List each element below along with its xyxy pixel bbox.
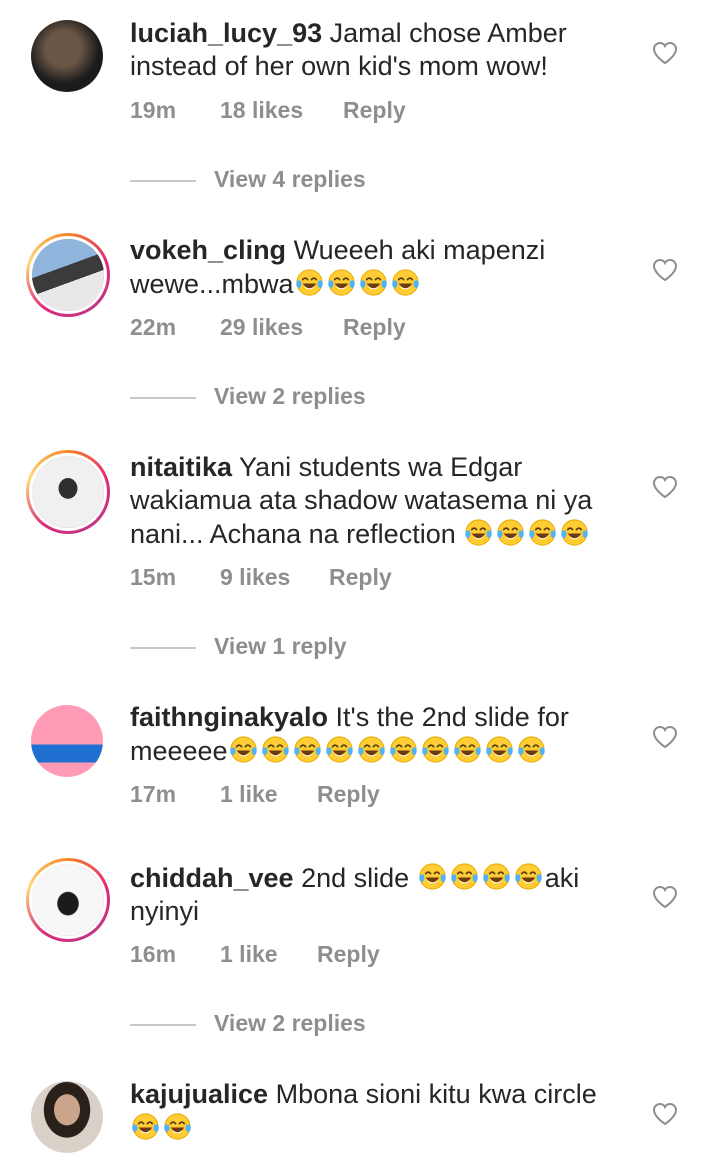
tears-of-joy-icon [527,517,558,548]
reply-button[interactable]: Reply [343,97,406,124]
tears-of-joy-icon [260,734,291,765]
comment-time: 17m [130,781,177,807]
comment-likes[interactable]: 1 like [220,941,278,968]
avatar[interactable] [26,858,110,942]
tears-of-joy-icon [449,861,480,892]
comment-text: luciah_lucy_93 Jamal chose Amber instead… [130,17,630,83]
emoji-group [463,519,591,549]
tears-of-joy-icon [516,734,547,765]
tears-of-joy-icon [420,734,451,765]
heart-icon[interactable] [652,41,678,65]
tears-of-joy-icon [292,734,323,765]
comment-username[interactable]: vokeh_cling [130,235,286,265]
comment-username[interactable]: luciah_lucy_93 [130,18,322,48]
view-replies-label[interactable]: View 2 replies [214,383,366,410]
tears-of-joy-icon [326,267,357,298]
comment-likes[interactable]: 29 likes [220,314,303,341]
avatar[interactable] [26,233,110,317]
reply-button[interactable]: Reply [343,314,406,341]
tears-of-joy-icon [162,1111,193,1142]
tears-of-joy-icon [324,734,355,765]
tears-of-joy-icon [294,267,325,298]
view-replies-label[interactable]: View 2 replies [214,1010,366,1037]
emoji-group [417,863,545,893]
tears-of-joy-icon [463,517,494,548]
comment-time: 22m [130,314,177,340]
tears-of-joy-icon [390,267,421,298]
tears-of-joy-icon [484,734,515,765]
tears-of-joy-icon [452,734,483,765]
comment-username[interactable]: chiddah_vee [130,863,294,893]
heart-icon[interactable] [652,885,678,909]
tears-of-joy-icon [358,267,389,298]
comment-text: kajujualice Mbona sioni kitu kwa circle [130,1078,630,1145]
emoji-group [130,1113,194,1143]
tears-of-joy-icon [130,1111,161,1142]
comment-time: 16m [130,941,177,967]
avatar[interactable] [26,20,110,104]
comment-text: chiddah_vee 2nd slide aki nyinyi [130,861,630,928]
comment-body: 2nd slide [301,863,417,893]
tears-of-joy-icon [513,861,544,892]
comment-username[interactable]: kajujualice [130,1079,268,1109]
replies-divider [130,180,196,182]
tears-of-joy-icon [228,734,259,765]
comment-text: vokeh_cling Wueeeh aki mapenzi wewe...mb… [130,234,630,301]
comment-body: Mbona sioni kitu kwa circle [275,1079,597,1109]
reply-button[interactable]: Reply [317,781,380,808]
comment-username[interactable]: faithnginakyalo [130,702,328,732]
comment-time: 15m [130,564,177,590]
reply-button[interactable]: Reply [329,564,392,591]
emoji-group [294,269,422,299]
avatar[interactable] [26,1081,110,1165]
tears-of-joy-icon [495,517,526,548]
tears-of-joy-icon [356,734,387,765]
replies-divider [130,1024,196,1026]
avatar[interactable] [26,705,110,789]
view-replies-label[interactable]: View 4 replies [214,166,366,193]
view-replies-label[interactable]: View 1 reply [214,633,347,660]
comment-likes[interactable]: 9 likes [220,564,290,591]
replies-divider [130,397,196,399]
tears-of-joy-icon [388,734,419,765]
comment-likes[interactable]: 1 like [220,781,278,808]
tears-of-joy-icon [481,861,512,892]
comment-time: 19m [130,97,177,123]
heart-icon[interactable] [652,1102,678,1126]
replies-divider [130,647,196,649]
comment-likes[interactable]: 18 likes [220,97,303,124]
heart-icon[interactable] [652,475,678,499]
comment-text: faithnginakyalo It's the 2nd slide for m… [130,701,630,768]
reply-button[interactable]: Reply [317,941,380,968]
emoji-group [228,736,548,766]
avatar[interactable] [26,450,110,534]
heart-icon[interactable] [652,725,678,749]
comment-text: nitaitika Yani students wa Edgar wakiamu… [130,451,630,551]
tears-of-joy-icon [559,517,590,548]
heart-icon[interactable] [652,258,678,282]
comment-username[interactable]: nitaitika [130,452,232,482]
tears-of-joy-icon [417,861,448,892]
